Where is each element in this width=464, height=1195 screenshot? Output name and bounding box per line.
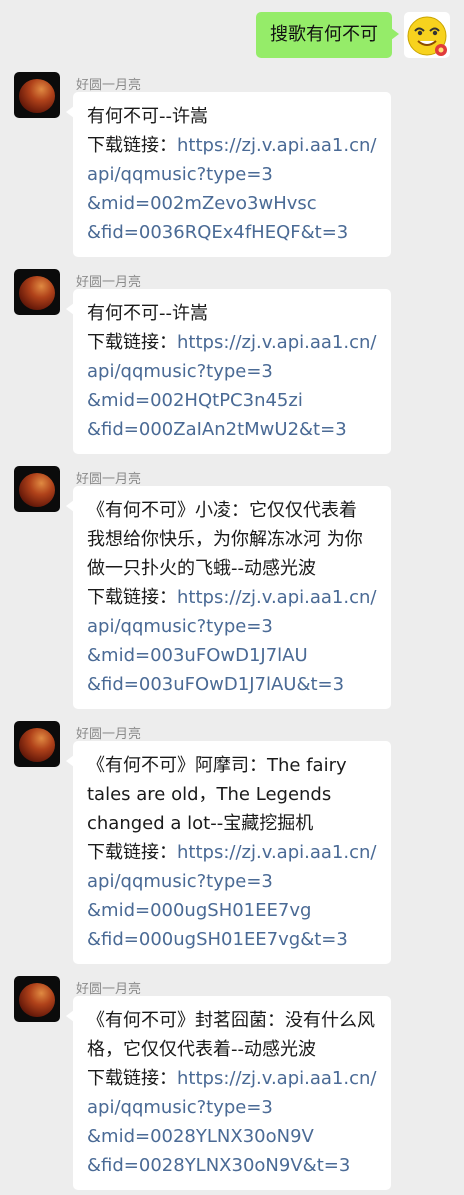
outgoing-message: 搜歌有何不可 xyxy=(256,12,450,58)
song-title: 《有何不可》封茗囧菌：没有什么风 xyxy=(87,1010,375,1031)
song-title: 格，它仅仅代表着--动感光波 xyxy=(87,1039,316,1060)
message-bubble[interactable]: 《有何不可》阿摩司：The fairy tales are old，The Le… xyxy=(66,741,391,964)
download-line: 下载链接：https://zj.v.api.aa1.cn/ xyxy=(87,131,391,160)
song-title: changed a lot--宝藏挖掘机 xyxy=(87,813,314,834)
song-title: 《有何不可》阿摩司：The fairy xyxy=(87,755,347,776)
download-link[interactable]: api/qqmusic?type=3 xyxy=(87,612,391,641)
download-link[interactable]: api/qqmusic?type=3 xyxy=(87,1093,391,1122)
song-title: 做一只扑火的飞蛾--动感光波 xyxy=(87,558,316,579)
download-link[interactable]: &fid=000ZaIAn2tMwU2&t=3 xyxy=(87,415,391,444)
download-link[interactable]: https://zj.v.api.aa1.cn/ xyxy=(177,587,376,608)
download-link[interactable]: &fid=0028YLNX30oN9V&t=3 xyxy=(87,1151,391,1180)
download-line: 下载链接：https://zj.v.api.aa1.cn/ xyxy=(87,583,391,612)
red-moon-avatar-icon[interactable] xyxy=(14,269,60,315)
red-moon-avatar-icon[interactable] xyxy=(14,72,60,118)
download-link[interactable]: api/qqmusic?type=3 xyxy=(87,160,391,189)
red-moon-avatar-icon[interactable] xyxy=(14,466,60,512)
download-link[interactable]: &mid=0028YLNX30oN9V xyxy=(87,1122,391,1151)
download-link[interactable]: https://zj.v.api.aa1.cn/ xyxy=(177,332,376,353)
download-label: 下载链接： xyxy=(87,587,177,608)
download-line: 下载链接：https://zj.v.api.aa1.cn/ xyxy=(87,328,391,357)
song-title: 有何不可--许嵩 xyxy=(87,303,208,324)
message-bubble[interactable]: 《有何不可》封茗囧菌：没有什么风 格，它仅仅代表着--动感光波 下载链接：htt… xyxy=(66,996,391,1190)
song-title: tales are old，The Legends xyxy=(87,784,332,805)
song-title: 我想给你快乐，为你解冻冰河 为你 xyxy=(87,529,363,550)
download-link[interactable]: api/qqmusic?type=3 xyxy=(87,357,391,386)
download-line: 下载链接：https://zj.v.api.aa1.cn/ xyxy=(87,1064,391,1093)
sender-name: 好圆一月亮 xyxy=(76,275,142,290)
message-bubble[interactable]: 《有何不可》小凌：它仅仅代表着 我想给你快乐，为你解冻冰河 为你 做一只扑火的飞… xyxy=(66,486,391,709)
outgoing-text: 搜歌有何不可 xyxy=(270,24,378,45)
download-line: 下载链接：https://zj.v.api.aa1.cn/ xyxy=(87,838,391,867)
download-label: 下载链接： xyxy=(87,332,177,353)
download-link[interactable]: &mid=002mZevo3wHvsc xyxy=(87,189,391,218)
download-link[interactable]: &mid=003uFOwD1J7lAU xyxy=(87,641,391,670)
download-label: 下载链接： xyxy=(87,135,177,156)
sender-name: 好圆一月亮 xyxy=(76,727,142,742)
sender-name: 好圆一月亮 xyxy=(76,472,142,487)
outgoing-bubble[interactable]: 搜歌有何不可 xyxy=(256,12,399,58)
download-label: 下载链接： xyxy=(87,842,177,863)
download-link[interactable]: https://zj.v.api.aa1.cn/ xyxy=(177,135,376,156)
sender-name: 好圆一月亮 xyxy=(76,78,142,93)
download-link[interactable]: https://zj.v.api.aa1.cn/ xyxy=(177,842,376,863)
yellow-smiley-avatar-icon[interactable] xyxy=(404,12,450,58)
message-bubble[interactable]: 有何不可--许嵩 下载链接：https://zj.v.api.aa1.cn/ a… xyxy=(66,92,391,257)
download-link[interactable]: &fid=003uFOwD1J7lAU&t=3 xyxy=(87,670,391,699)
download-link[interactable]: &fid=000ugSH01EE7vg&t=3 xyxy=(87,925,391,954)
download-link[interactable]: https://zj.v.api.aa1.cn/ xyxy=(177,1068,376,1089)
message-bubble[interactable]: 有何不可--许嵩 下载链接：https://zj.v.api.aa1.cn/ a… xyxy=(66,289,391,454)
sender-name: 好圆一月亮 xyxy=(76,982,142,997)
song-title: 《有何不可》小凌：它仅仅代表着 xyxy=(87,500,357,521)
download-label: 下载链接： xyxy=(87,1068,177,1089)
red-moon-avatar-icon[interactable] xyxy=(14,976,60,1022)
download-link[interactable]: &mid=000ugSH01EE7vg xyxy=(87,896,391,925)
red-moon-avatar-icon[interactable] xyxy=(14,721,60,767)
song-title: 有何不可--许嵩 xyxy=(87,106,208,127)
chat-area[interactable]: 搜歌有何不可 好圆一月亮 有何不可--许嵩 下载链接：https://zj.v.… xyxy=(0,0,464,1195)
download-link[interactable]: &mid=002HQtPC3n45zi xyxy=(87,386,391,415)
download-link[interactable]: api/qqmusic?type=3 xyxy=(87,867,391,896)
download-link[interactable]: &fid=0036RQEx4fHEQF&t=3 xyxy=(87,218,391,247)
